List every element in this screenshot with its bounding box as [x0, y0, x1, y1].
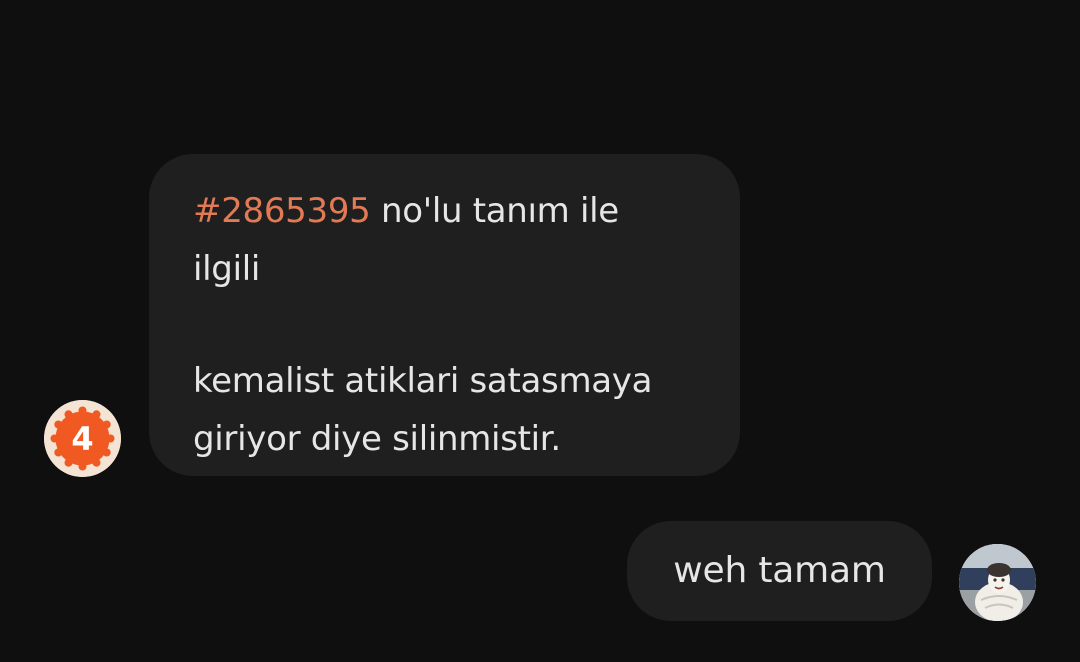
- message-line-2: ilgili: [193, 249, 261, 289]
- message-spacer: [193, 298, 700, 352]
- bot-badge-number: 4: [71, 420, 93, 458]
- entry-link[interactable]: #2865395: [193, 191, 371, 231]
- orange-badge-icon: 4: [44, 400, 121, 477]
- message-line-1-rest: no'lu tanım ile: [370, 191, 619, 231]
- user-avatar[interactable]: [959, 544, 1036, 621]
- message-line-1: #2865395 no'lu tanım ile: [193, 182, 700, 240]
- message-line-3: kemalist atiklari satasmaya: [193, 361, 653, 401]
- chat-screen: 4 #2865395 no'lu tanım ile ilgili kemali…: [0, 0, 1080, 662]
- profile-photo: [959, 544, 1036, 621]
- bot-avatar[interactable]: 4: [44, 400, 121, 477]
- message-line-4: giriyor diye silinmistir.: [193, 419, 561, 459]
- incoming-message-bubble[interactable]: #2865395 no'lu tanım ile ilgili kemalist…: [149, 154, 740, 476]
- outgoing-message-bubble[interactable]: weh tamam: [627, 521, 932, 621]
- outgoing-message-text: weh tamam: [673, 550, 886, 591]
